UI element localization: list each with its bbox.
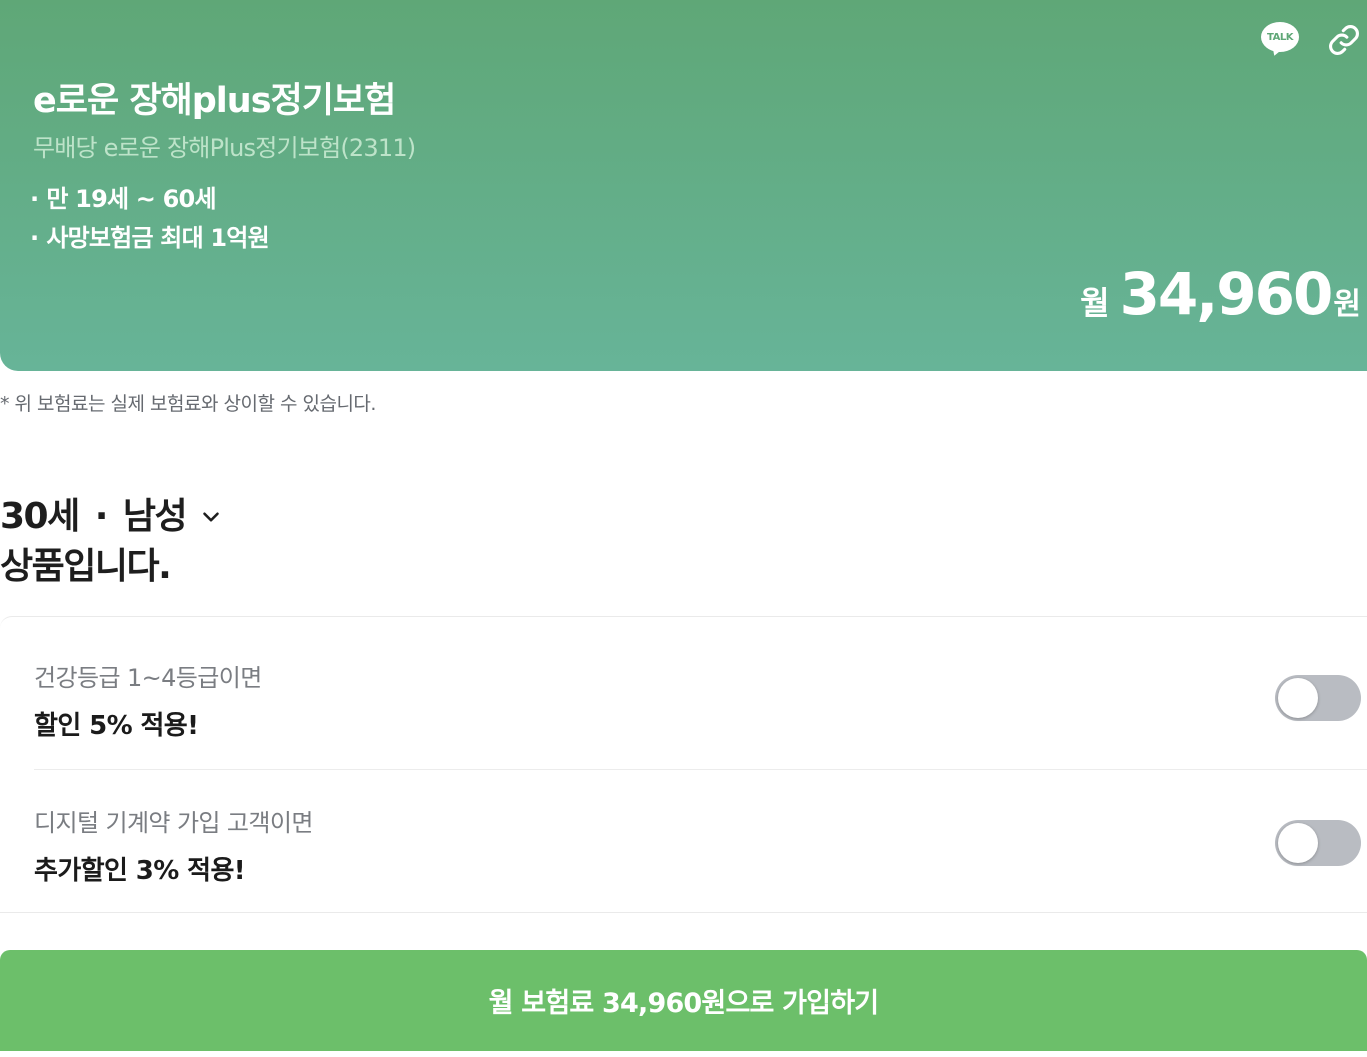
chevron-down-icon[interactable] (198, 504, 224, 530)
discount-options-card: 건강등급 1~4등급이면 할인 5% 적용! 디지털 기계약 가입 고객이면 추… (0, 616, 1367, 913)
price-unit: 원 (1333, 287, 1361, 322)
discount-title: 할인 5% 적용! (34, 711, 199, 741)
profile-age: 30세 (0, 496, 80, 537)
profile-selector[interactable]: 30세 · 남성 (0, 492, 224, 542)
digital-customer-discount-toggle[interactable] (1275, 820, 1361, 866)
customer-profile: 30세 · 남성 상품입니다. (0, 492, 224, 592)
premium-disclaimer: * 위 보험료는 실제 보험료와 상이할 수 있습니다. (0, 393, 376, 415)
discount-option-digital-customer: 디지털 기계약 가입 고객이면 추가할인 3% 적용! (34, 770, 1367, 914)
price-prefix: 월 (1080, 284, 1110, 322)
discount-option-health-grade: 건강등급 1~4등급이면 할인 5% 적용! (34, 625, 1367, 770)
feature-age-range: 만 19세 ~ 60세 (30, 180, 269, 219)
discount-caption: 디지털 기계약 가입 고객이면 (34, 809, 313, 837)
discount-title: 추가할인 3% 적용! (34, 856, 246, 886)
subscribe-button[interactable]: 월 보험료 34,960원으로 가입하기 (0, 950, 1367, 1051)
profile-separator: · (94, 496, 109, 537)
product-features-list: 만 19세 ~ 60세 사망보험금 최대 1억원 (30, 180, 269, 258)
kakao-talk-share-icon[interactable]: TALK (1261, 22, 1299, 58)
health-grade-discount-toggle[interactable] (1275, 675, 1361, 721)
monthly-premium: 월 34,960 원 (1080, 260, 1361, 328)
link-copy-icon[interactable] (1327, 23, 1361, 57)
product-title: e로운 장해plus정기보험 (33, 81, 396, 121)
profile-gender: 남성 (122, 496, 188, 537)
profile-suffix: 상품입니다. (0, 546, 172, 587)
hero-action-icons: TALK (1261, 22, 1361, 58)
feature-death-benefit: 사망보험금 최대 1억원 (30, 219, 269, 258)
discount-caption: 건강등급 1~4등급이면 (34, 664, 262, 692)
product-hero-banner: TALK e로운 장해plus정기보험 무배당 e로운 장해Plus정기보험(2… (0, 0, 1367, 371)
toggle-knob (1278, 678, 1318, 718)
product-official-name: 무배당 e로운 장해Plus정기보험(2311) (33, 134, 416, 162)
toggle-knob (1278, 823, 1318, 863)
price-amount: 34,960 (1119, 260, 1334, 328)
